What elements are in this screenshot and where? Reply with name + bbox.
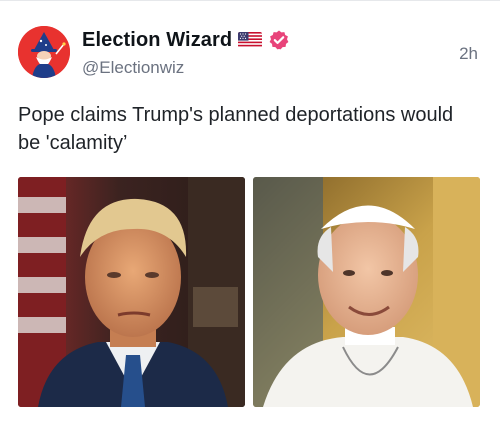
author-name-row: Election Wizard — [82, 28, 290, 52]
verified-badge-icon — [268, 29, 290, 51]
trump-photo[interactable] — [18, 177, 245, 407]
post-text: Pope claims Trump's planned deportations… — [18, 104, 454, 154]
wizard-avatar-icon[interactable] — [18, 26, 70, 78]
post-timestamp[interactable]: 2h — [459, 44, 478, 64]
us-flag-icon — [238, 32, 263, 48]
author-handle[interactable]: @Electionwiz — [82, 58, 184, 78]
author-display-name[interactable]: Election Wizard — [82, 29, 232, 52]
post-card[interactable]: Election Wizard @Electionwiz 2h Pope cla… — [0, 0, 500, 427]
post-media — [18, 177, 480, 407]
pope-photo[interactable] — [253, 177, 480, 407]
